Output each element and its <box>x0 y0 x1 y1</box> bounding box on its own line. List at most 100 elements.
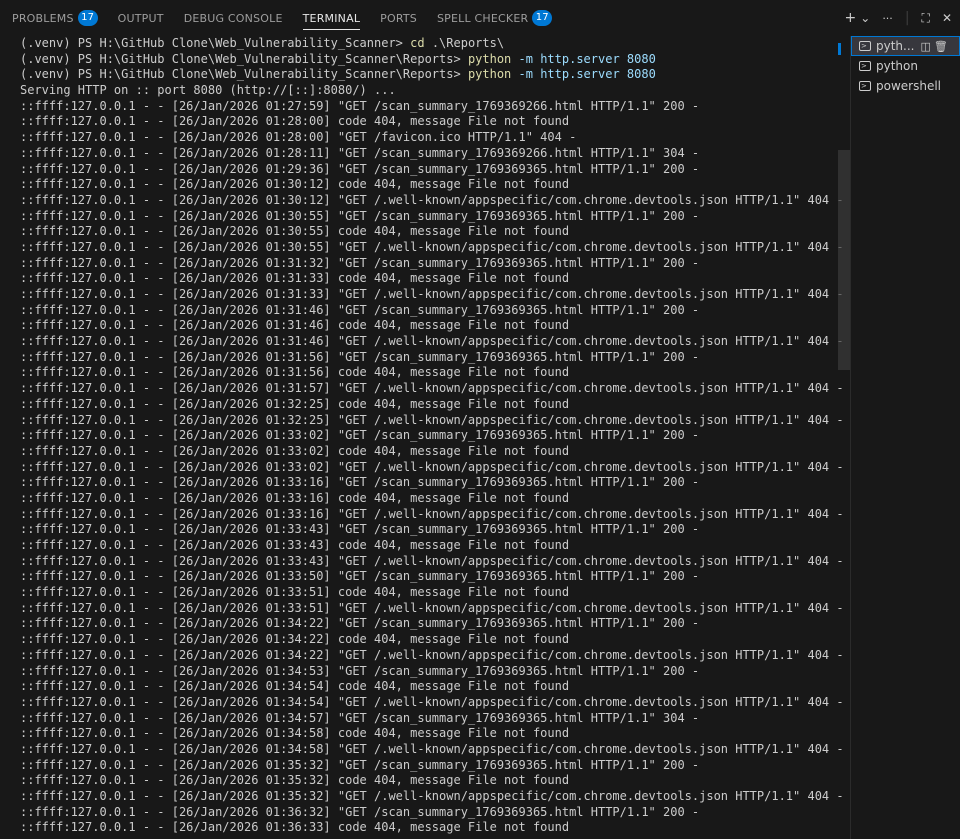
tab-debug-console[interactable]: DEBUG CONSOLE <box>184 0 283 36</box>
terminal-icon: > <box>859 81 871 91</box>
log-line: ::ffff:127.0.0.1 - - [26/Jan/2026 01:33:… <box>20 443 570 458</box>
log-line: ::ffff:127.0.0.1 - - [26/Jan/2026 01:31:… <box>20 255 700 270</box>
tab-label: SPELL CHECKER <box>437 11 529 25</box>
trash-icon[interactable]: 🗑 <box>934 40 948 53</box>
terminal-instance-label: powershell <box>876 79 941 93</box>
new-terminal-button[interactable]: + <box>845 10 857 26</box>
log-line: ::ffff:127.0.0.1 - - [26/Jan/2026 01:30:… <box>20 224 570 239</box>
terminal-output[interactable]: (.venv) PS H:\GitHub Clone\Web_Vulnerabi… <box>20 36 842 839</box>
log-line: ::ffff:127.0.0.1 - - [26/Jan/2026 01:34:… <box>20 679 570 694</box>
prompt-arguments: -m http.server 8080 <box>511 51 656 66</box>
tab-output[interactable]: OUTPUT <box>118 0 164 36</box>
log-line: ::ffff:127.0.0.1 - - [26/Jan/2026 01:34:… <box>20 726 570 741</box>
log-line: ::ffff:127.0.0.1 - - [26/Jan/2026 01:34:… <box>20 663 700 678</box>
terminal-scrollbar[interactable] <box>838 150 850 370</box>
tab-terminal[interactable]: TERMINAL <box>302 0 361 36</box>
log-line: ::ffff:127.0.0.1 - - [26/Jan/2026 01:30:… <box>20 192 842 207</box>
log-line: ::ffff:127.0.0.1 - - [26/Jan/2026 01:33:… <box>20 553 842 568</box>
prompt-path: (.venv) PS H:\GitHub Clone\Web_Vulnerabi… <box>20 51 468 66</box>
log-line: ::ffff:127.0.0.1 - - [26/Jan/2026 01:32:… <box>20 396 570 411</box>
log-line: ::ffff:127.0.0.1 - - [26/Jan/2026 01:29:… <box>20 161 700 176</box>
panel-actions: + ⌄ ··· | ⛶ ✕ <box>833 0 952 36</box>
server-log: Serving HTTP on :: port 8080 (http://[::… <box>20 83 842 836</box>
log-line: ::ffff:127.0.0.1 - - [26/Jan/2026 01:33:… <box>20 490 570 505</box>
log-line: ::ffff:127.0.0.1 - - [26/Jan/2026 01:34:… <box>20 694 842 709</box>
prompt-line: (.venv) PS H:\GitHub Clone\Web_Vulnerabi… <box>20 67 842 83</box>
log-line: ::ffff:127.0.0.1 - - [26/Jan/2026 01:33:… <box>20 428 700 443</box>
panel-tab-bar: PROBLEMS 17 OUTPUT DEBUG CONSOLE TERMINAL POR… <box>0 0 960 36</box>
prompt-path: (.venv) PS H:\GitHub Clone\Web_Vulnerabi… <box>20 67 468 82</box>
log-line: ::ffff:127.0.0.1 - - [26/Jan/2026 01:36:… <box>20 820 570 835</box>
log-line: ::ffff:127.0.0.1 - - [26/Jan/2026 01:31:… <box>20 334 842 349</box>
tab-label: DEBUG CONSOLE <box>183 11 283 25</box>
tab-label: PORTS <box>380 11 417 25</box>
tab-spell-checker[interactable]: SPELL CHECKER 17 <box>437 0 553 36</box>
prompt-command: python <box>467 51 512 66</box>
count-badge: 17 <box>532 10 553 26</box>
prompt-line: (.venv) PS H:\GitHub Clone\Web_Vulnerabi… <box>20 36 842 52</box>
prompt-arguments: -m http.server 8080 <box>511 67 656 82</box>
log-line: ::ffff:127.0.0.1 - - [26/Jan/2026 01:30:… <box>20 208 700 223</box>
terminal-instance-powershell[interactable]: > powershell <box>851 76 960 96</box>
more-actions-icon[interactable]: ··· <box>882 12 893 25</box>
log-line: ::ffff:127.0.0.1 - - [26/Jan/2026 01:34:… <box>20 632 570 647</box>
log-line: ::ffff:127.0.0.1 - - [26/Jan/2026 01:30:… <box>20 239 842 254</box>
log-line: ::ffff:127.0.0.1 - - [26/Jan/2026 01:28:… <box>20 145 700 160</box>
log-line: ::ffff:127.0.0.1 - - [26/Jan/2026 01:33:… <box>20 506 842 521</box>
log-line: ::ffff:127.0.0.1 - - [26/Jan/2026 01:31:… <box>20 365 570 380</box>
split-terminal-icon[interactable]: ◫ <box>920 40 930 53</box>
terminal-instance-pyth[interactable]: > pyth... ◫ 🗑 <box>851 36 960 56</box>
log-line: ::ffff:127.0.0.1 - - [26/Jan/2026 01:33:… <box>20 538 570 552</box>
tab-ports[interactable]: PORTS <box>380 0 417 36</box>
log-line: ::ffff:127.0.0.1 - - [26/Jan/2026 01:31:… <box>20 287 842 301</box>
tab-label: OUTPUT <box>117 11 164 25</box>
count-badge: 17 <box>77 10 98 26</box>
log-line: ::ffff:127.0.0.1 - - [26/Jan/2026 01:32:… <box>20 412 842 427</box>
prompt-command: cd <box>410 36 425 50</box>
terminal-instance-label: python <box>876 59 918 73</box>
prompt-arguments: .\Reports\ <box>424 36 505 50</box>
log-line: ::ffff:127.0.0.1 - - [26/Jan/2026 01:34:… <box>20 616 700 631</box>
log-line: ::ffff:127.0.0.1 - - [26/Jan/2026 01:33:… <box>20 475 700 490</box>
log-line: ::ffff:127.0.0.1 - - [26/Jan/2026 01:31:… <box>20 271 570 286</box>
tab-problems[interactable]: PROBLEMS 17 <box>12 0 98 36</box>
log-line: ::ffff:127.0.0.1 - - [26/Jan/2026 01:33:… <box>20 459 842 474</box>
log-line: ::ffff:127.0.0.1 - - [26/Jan/2026 01:27:… <box>20 98 700 113</box>
log-line: ::ffff:127.0.0.1 - - [26/Jan/2026 01:33:… <box>20 600 842 615</box>
tab-label: PROBLEMS <box>12 11 74 25</box>
log-line: ::ffff:127.0.0.1 - - [26/Jan/2026 01:33:… <box>20 569 700 584</box>
terminal-panel: PROBLEMS 17 OUTPUT DEBUG CONSOLE TERMINAL POR… <box>0 0 960 839</box>
command-prompts: (.venv) PS H:\GitHub Clone\Web_Vulnerabi… <box>20 36 842 83</box>
close-panel-icon[interactable]: ✕ <box>942 11 952 25</box>
log-line: ::ffff:127.0.0.1 - - [26/Jan/2026 01:35:… <box>20 757 700 772</box>
log-line: ::ffff:127.0.0.1 - - [26/Jan/2026 01:34:… <box>20 741 842 756</box>
log-line: ::ffff:127.0.0.1 - - [26/Jan/2026 01:28:… <box>20 114 570 129</box>
log-line: ::ffff:127.0.0.1 - - [26/Jan/2026 01:31:… <box>20 302 700 317</box>
terminal-instance-label: pyth... <box>876 39 915 53</box>
terminal-instance-python[interactable]: > python <box>851 56 960 76</box>
tab-label: TERMINAL <box>302 11 361 25</box>
log-line: ::ffff:127.0.0.1 - - [26/Jan/2026 01:30:… <box>20 177 570 192</box>
log-line: ::ffff:127.0.0.1 - - [26/Jan/2026 01:35:… <box>20 789 842 803</box>
log-line: ::ffff:127.0.0.1 - - [26/Jan/2026 01:36:… <box>20 804 700 819</box>
panel-tabs: PROBLEMS 17 OUTPUT DEBUG CONSOLE TERMINAL POR… <box>12 0 572 36</box>
divider: | <box>904 10 910 26</box>
log-line: ::ffff:127.0.0.1 - - [26/Jan/2026 01:34:… <box>20 647 842 662</box>
terminal-instances-list: > pyth... ◫ 🗑 > python > powershell <box>851 36 960 839</box>
terminal-icon: > <box>859 41 871 51</box>
terminal-icon: > <box>859 61 871 71</box>
log-line: ::ffff:127.0.0.1 - - [26/Jan/2026 01:33:… <box>20 522 700 537</box>
prompt-command: python <box>467 67 512 82</box>
log-line: ::ffff:127.0.0.1 - - [26/Jan/2026 01:34:… <box>20 710 700 725</box>
log-line: ::ffff:127.0.0.1 - - [26/Jan/2026 01:31:… <box>20 349 700 364</box>
log-line: ::ffff:127.0.0.1 - - [26/Jan/2026 01:28:… <box>20 130 577 145</box>
log-line: ::ffff:127.0.0.1 - - [26/Jan/2026 01:35:… <box>20 773 570 788</box>
scroll-position-marker <box>838 43 841 55</box>
log-line: ::ffff:127.0.0.1 - - [26/Jan/2026 01:31:… <box>20 318 570 333</box>
prompt-path: (.venv) PS H:\GitHub Clone\Web_Vulnerabi… <box>20 36 411 50</box>
maximize-panel-icon[interactable]: ⛶ <box>922 11 930 26</box>
log-line: ::ffff:127.0.0.1 - - [26/Jan/2026 01:31:… <box>20 381 842 396</box>
chevron-down-icon[interactable]: ⌄ <box>860 11 870 25</box>
log-line: Serving HTTP on :: port 8080 (http://[::… <box>20 83 396 98</box>
prompt-line: (.venv) PS H:\GitHub Clone\Web_Vulnerabi… <box>20 52 842 68</box>
